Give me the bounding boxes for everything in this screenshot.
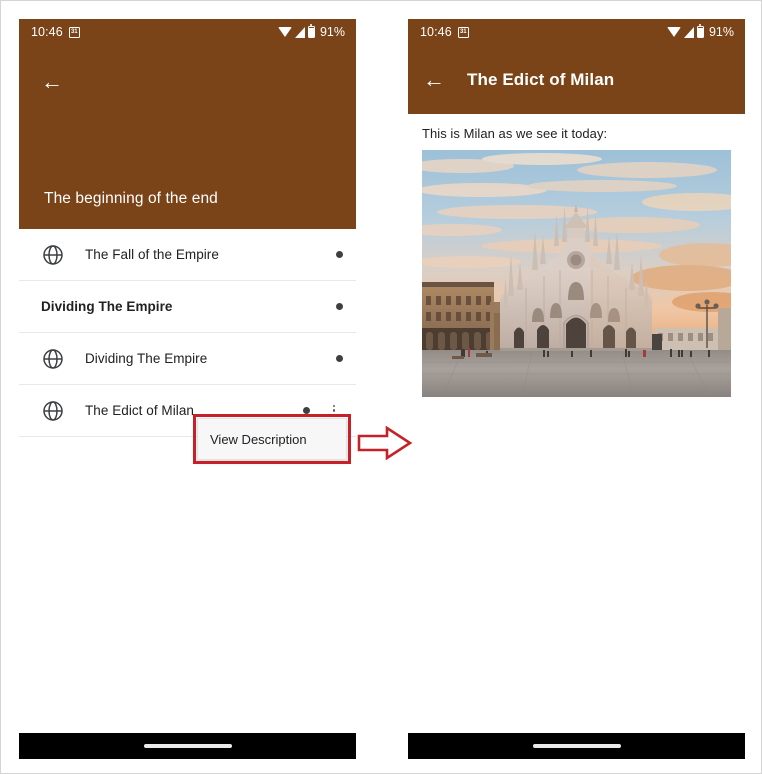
battery-percent-label: 91% <box>319 24 345 39</box>
list-item-fall-of-the-empire[interactable]: The Fall of the Empire <box>19 229 356 281</box>
system-nav-bar-left <box>19 733 356 759</box>
cellular-signal-icon <box>294 26 305 38</box>
battery-percent-label: 91% <box>708 24 734 39</box>
status-dot <box>336 251 343 258</box>
article-content: This is Milan as we see it today: <box>408 114 745 397</box>
list-section-header-dividing-the-empire[interactable]: Dividing The Empire <box>19 281 356 333</box>
status-icons: 91% <box>277 24 345 39</box>
intro-text: This is Milan as we see it today: <box>422 126 608 141</box>
overflow-menu-icon[interactable] <box>325 404 343 417</box>
app-bar-left: ← The beginning of the end <box>19 45 356 229</box>
status-time: 10:46 <box>31 24 63 39</box>
wifi-icon <box>666 27 681 37</box>
back-arrow-icon-right[interactable]: ← <box>423 68 445 91</box>
gesture-pill[interactable] <box>143 744 232 748</box>
app-bar-right: ← The Edict of Milan <box>408 45 745 114</box>
list-section-header-label: Dividing The Empire <box>41 299 173 314</box>
wifi-icon <box>277 27 292 37</box>
calendar-icon: 31 <box>68 26 80 38</box>
page-title-right: The Edict of Milan <box>467 69 615 89</box>
list-item-label: Dividing The Empire <box>85 351 208 366</box>
list-item-label: The Fall of the Empire <box>85 247 219 262</box>
status-bar-right: 10:46 31 91% <box>408 19 745 45</box>
page-title-left: The beginning of the end <box>44 190 218 207</box>
phone-screen-right: 10:46 31 91% ← The Edict of Milan This i… <box>408 19 745 759</box>
arrow-right-annotation-icon <box>357 425 413 461</box>
status-bar-left: 10:46 31 91% <box>19 19 356 45</box>
chapter-list: The Fall of the Empire Dividing The Empi… <box>19 229 356 437</box>
cellular-signal-icon <box>683 26 694 38</box>
calendar-icon: 31 <box>457 26 469 38</box>
status-dot <box>336 355 343 362</box>
status-time: 10:46 <box>420 24 452 39</box>
globe-icon <box>41 399 65 423</box>
context-menu-popup[interactable]: View Description <box>197 418 347 460</box>
back-arrow-icon-left[interactable]: ← <box>41 71 63 93</box>
status-icons: 91% <box>666 24 734 39</box>
battery-icon <box>307 24 315 38</box>
status-dot <box>336 303 343 310</box>
screenshot-page: 10:46 31 91% ← The beginning of the end <box>0 0 762 774</box>
system-nav-bar-right <box>408 733 745 759</box>
globe-icon <box>41 347 65 371</box>
globe-icon <box>41 243 65 267</box>
list-item-dividing-the-empire[interactable]: Dividing The Empire <box>19 333 356 385</box>
gesture-pill[interactable] <box>532 744 621 748</box>
menu-item-view-description[interactable]: View Description <box>210 432 307 447</box>
battery-icon <box>696 24 704 38</box>
status-dot <box>303 407 310 414</box>
list-item-label: The Edict of Milan <box>85 403 194 418</box>
milan-duomo-image <box>422 150 731 397</box>
phone-screen-left: 10:46 31 91% ← The beginning of the end <box>19 19 356 759</box>
